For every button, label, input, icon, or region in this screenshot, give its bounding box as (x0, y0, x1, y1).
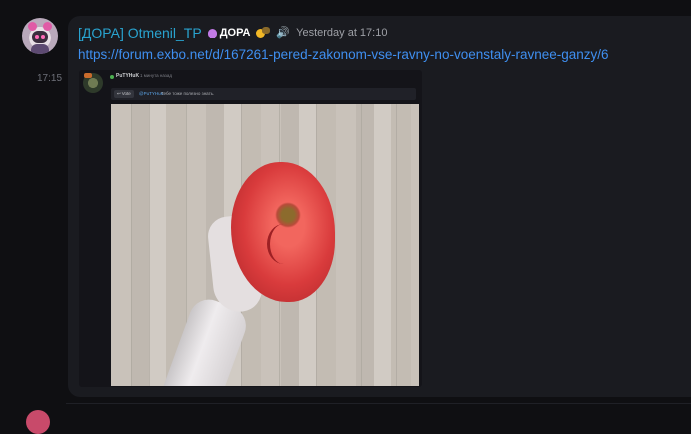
reply-button[interactable]: ↩ Vote (114, 90, 134, 98)
embed-author-avatar (83, 73, 103, 93)
mushroom-icon (207, 28, 217, 38)
message-header: [ДОРА] Otmenil_TP ДОРА 🔊 Yesterday at 17… (78, 24, 387, 42)
link-embed[interactable]: PuTYHuK 1 минута назад ↩ Vote @PuTYHuK Т… (79, 70, 422, 387)
divider (66, 403, 691, 404)
embed-time-ago: 1 минута назад (140, 73, 172, 78)
paw-badge-icon[interactable] (256, 27, 271, 39)
reply-button-label: Vote (121, 91, 131, 96)
embed-photo[interactable] (111, 104, 419, 386)
quote-text: Тебе тоже полезно знать. (161, 91, 215, 96)
reply-icon: ↩ (117, 91, 121, 96)
user-avatar[interactable] (22, 18, 58, 54)
quote-user-mention[interactable]: @PuTYHuK (139, 91, 164, 96)
forum-link[interactable]: https://forum.exbo.net/d/167261-pered-za… (78, 47, 609, 62)
embed-quote: ↩ Vote @PuTYHuK Тебе тоже полезно знать. (111, 88, 416, 100)
role-tag-label: ДОРА (219, 27, 251, 39)
side-timestamp: 17:15 (37, 73, 63, 84)
next-message-avatar[interactable] (26, 410, 50, 434)
speaker-icon[interactable]: 🔊 (276, 27, 290, 39)
message-timestamp[interactable]: Yesterday at 17:10 (296, 27, 387, 39)
username[interactable]: [ДОРА] Otmenil_TP (78, 25, 202, 41)
online-status-dot (110, 75, 114, 79)
embed-author: PuTYHuK (116, 73, 140, 79)
role-tag[interactable]: ДОРА (207, 27, 251, 39)
